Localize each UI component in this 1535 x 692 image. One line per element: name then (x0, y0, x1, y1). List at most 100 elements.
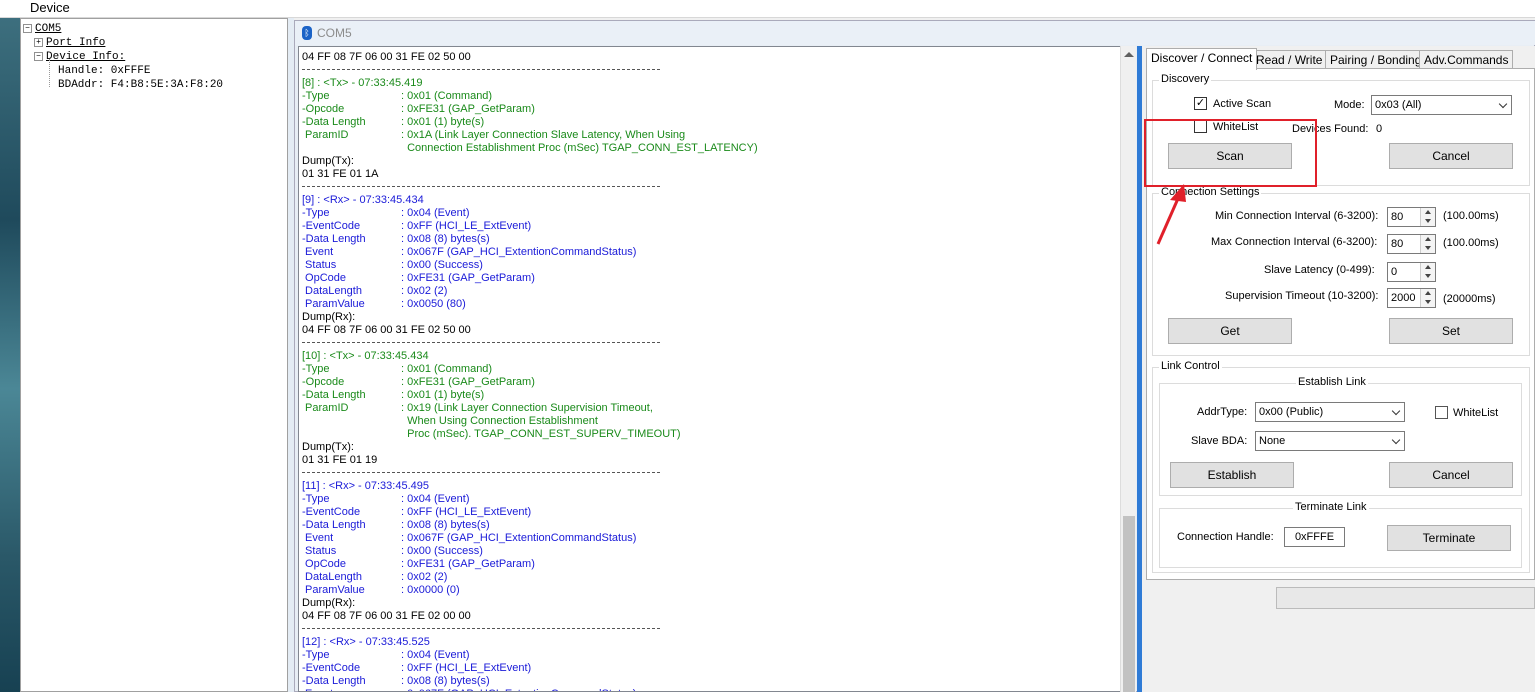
log-scrollbar[interactable] (1120, 46, 1136, 692)
max-interval-ms: (100.00ms) (1443, 237, 1499, 249)
min-interval-spinner[interactable]: 80 (1387, 207, 1436, 227)
establish-button[interactable]: Establish (1170, 462, 1294, 488)
spin-arrows-icon[interactable] (1420, 208, 1435, 226)
log-line: -Data Length : 0x01 (1) byte(s) (302, 116, 484, 129)
menu-device[interactable]: Device (30, 0, 70, 15)
log-value: : 0x0050 (80) (401, 298, 466, 310)
supervision-timeout-ms: (20000ms) (1443, 293, 1496, 305)
link-whitelist-label: WhiteList (1453, 407, 1499, 419)
collapse-icon[interactable]: − (23, 23, 32, 33)
log-value: : 0x067F (GAP_HCI_ExtentionCommandStatus… (401, 246, 637, 258)
group-link-control: Link Control Establish Link AddrType: 0x… (1152, 360, 1530, 573)
log-value: : 0x1A (Link Layer Connection Slave Late… (401, 129, 686, 141)
log-key: Status (302, 545, 337, 557)
message-log[interactable]: 04 FF 08 7F 06 00 31 FE 02 50 00 [8] : <T… (298, 46, 1136, 692)
tree-node-device-info[interactable]: − Device Info: (34, 51, 125, 63)
scroll-thumb[interactable] (1123, 516, 1135, 692)
log-key: -Type (302, 207, 330, 219)
tree-node-handle[interactable]: Handle: 0xFFFE (58, 65, 150, 77)
tree-node-com5[interactable]: − COM5 (23, 23, 61, 35)
chevron-down-icon (1391, 406, 1401, 416)
expand-icon[interactable]: + (34, 37, 43, 47)
link-whitelist-checkbox[interactable] (1435, 406, 1448, 419)
log-key: -EventCode (302, 506, 361, 518)
log-key: -EventCode (302, 662, 361, 674)
log-line: -Type: 0x04 (Event) (302, 493, 469, 506)
log-key: -Type (302, 90, 330, 102)
log-line: [11] : <Rx> - 07:33:45.495 (302, 480, 429, 493)
log-key: -Opcode (302, 103, 345, 115)
addrtype-select[interactable]: 0x00 (Public) (1255, 402, 1405, 422)
scan-highlight-box (1144, 119, 1317, 187)
log-key: -Data Length (302, 389, 366, 401)
log-key: ParamID (302, 402, 349, 414)
log-key: DataLength (302, 571, 362, 583)
log-value: : 0xFE31 (GAP_GetParam) (401, 376, 535, 388)
log-value: : 0x08 (8) bytes(s) (401, 675, 490, 687)
log-key: -Type (302, 363, 330, 375)
slave-latency-spinner[interactable]: 0 (1387, 262, 1436, 282)
log-key: -Data Length (302, 519, 366, 531)
log-value: Proc (mSec). TGAP_CONN_EST_SUPERV_TIMEOU… (401, 428, 681, 440)
log-key: 04 FF 08 7F 06 00 31 FE 02 50 00 (302, 51, 471, 63)
log-key: -Data Length (302, 116, 366, 128)
tab-discover-connect[interactable]: Discover / Connect (1146, 48, 1258, 70)
log-line: -EventCode: 0xFF (HCI_LE_ExtEvent) (302, 220, 531, 233)
log-value: : 0x01 (1) byte(s) (401, 116, 485, 128)
spin-arrows-icon[interactable] (1420, 289, 1435, 307)
log-key: 04 FF 08 7F 06 00 31 FE 02 00 00 (302, 610, 471, 622)
slave-bda-label: Slave BDA: (1191, 435, 1248, 447)
log-line: ParamValue : 0x0050 (80) (302, 298, 466, 311)
tab-pairing-bonding[interactable]: Pairing / Bonding (1325, 50, 1427, 69)
log-key: ParamValue (302, 298, 365, 310)
log-separator (302, 472, 660, 473)
get-button[interactable]: Get (1168, 318, 1292, 344)
link-cancel-button[interactable]: Cancel (1389, 462, 1513, 488)
mode-select[interactable]: 0x03 (All) (1371, 95, 1512, 115)
max-interval-spinner[interactable]: 80 (1387, 234, 1436, 254)
tree-node-port-info[interactable]: + Port Info (34, 37, 105, 49)
log-value: : 0x01 (Command) (401, 90, 493, 102)
log-line: -Data Length: 0x08 (8) bytes(s) (302, 233, 490, 246)
log-line: Dump(Rx): (302, 597, 355, 610)
log-line: Status: 0x00 (Success) (302, 545, 483, 558)
log-line: -EventCode: 0xFF (HCI_LE_ExtEvent) (302, 662, 531, 675)
max-interval-label: Max Connection Interval (6-3200): (1211, 236, 1378, 248)
active-scan-checkbox[interactable]: ✓ (1194, 97, 1207, 110)
log-value: : 0x02 (2) (401, 571, 448, 583)
menu-bar: Device (0, 0, 1535, 18)
terminate-button[interactable]: Terminate (1387, 525, 1511, 551)
log-line: 04 FF 08 7F 06 00 31 FE 02 50 00 (302, 51, 471, 64)
log-separator (302, 628, 660, 629)
device-tree[interactable]: − COM5 + Port Info − Device Info: Handle: 0… (20, 18, 288, 692)
mode-label: Mode: (1334, 99, 1365, 111)
tree-node-bdaddr[interactable]: BDAddr: F4:B8:5E:3A:F8:20 (58, 79, 223, 91)
set-button[interactable]: Set (1389, 318, 1513, 344)
active-scan-label: Active Scan (1213, 98, 1272, 110)
devices-found-count: 0 (1376, 123, 1383, 135)
tab-read-write[interactable]: Read / Write (1251, 50, 1328, 69)
slave-bda-select[interactable]: None (1255, 431, 1405, 451)
log-value: : 0x0000 (0) (401, 584, 460, 596)
log-line: -Type: 0x01 (Command) (302, 363, 492, 376)
discovery-cancel-button[interactable]: Cancel (1389, 143, 1513, 169)
log-value: : 0x02 (2) (401, 285, 448, 297)
group-title: Discovery (1159, 73, 1212, 85)
bluetooth-icon: ᛒ (302, 26, 312, 40)
log-key: DataLength (302, 285, 362, 297)
log-value: : 0x01 (1) byte(s) (401, 389, 485, 401)
log-line: -Type: 0x04 (Event) (302, 207, 469, 220)
connection-handle-field[interactable]: 0xFFFE (1284, 527, 1345, 547)
supervision-timeout-spinner[interactable]: 2000 (1387, 288, 1436, 308)
collapse-icon[interactable]: − (34, 51, 43, 61)
slave-latency-label: Slave Latency (0-499): (1264, 264, 1375, 276)
spin-arrows-icon[interactable] (1420, 263, 1435, 281)
spin-arrows-icon[interactable] (1420, 235, 1435, 253)
connection-handle-label: Connection Handle: (1177, 531, 1274, 543)
log-key: Event (302, 688, 333, 691)
tab-adv-commands[interactable]: Adv.Commands (1419, 50, 1514, 69)
log-key: [9] : <Rx> - 07:33:45.434 (302, 194, 424, 206)
group-title: Terminate Link (1293, 501, 1369, 513)
scroll-up-arrow-icon[interactable] (1124, 52, 1134, 57)
log-line: 01 31 FE 01 19 (302, 454, 377, 467)
